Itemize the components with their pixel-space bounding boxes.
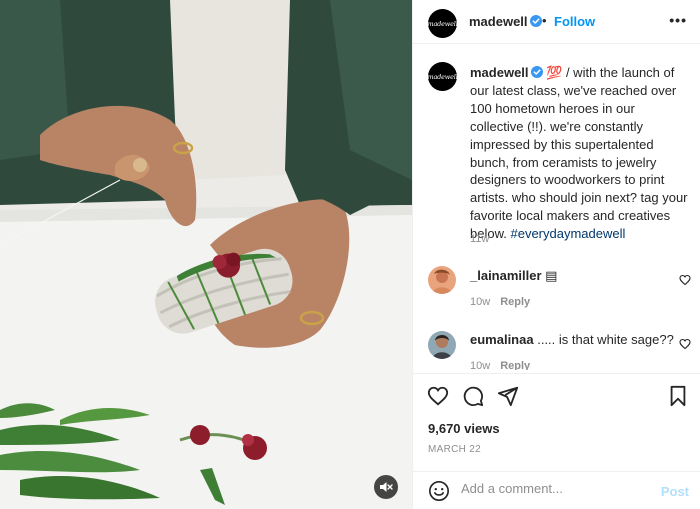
comment-line: _lainamiller ▤ bbox=[470, 268, 557, 284]
verified-badge-icon bbox=[530, 66, 543, 78]
commenter-avatar[interactable] bbox=[428, 331, 456, 359]
comment-time[interactable]: 10w bbox=[470, 360, 490, 370]
post-image bbox=[0, 0, 412, 509]
heart-icon[interactable] bbox=[427, 385, 449, 407]
caption-username[interactable]: madewell bbox=[470, 65, 529, 80]
comments-section[interactable]: madewell madewell 💯 / with the launch of… bbox=[413, 44, 700, 370]
hashtag-link[interactable]: #everydaymadewell bbox=[510, 226, 625, 241]
verified-badge-icon bbox=[529, 15, 542, 27]
caption-avatar[interactable]: madewell bbox=[427, 62, 458, 91]
heart-icon[interactable] bbox=[679, 338, 691, 350]
bookmark-icon[interactable] bbox=[668, 385, 688, 407]
comment-meta: 10w Reply bbox=[470, 296, 530, 308]
post-media[interactable] bbox=[0, 0, 412, 509]
view-count[interactable]: 9,670 views bbox=[428, 421, 500, 436]
action-bar: 9,670 views MARCH 22 bbox=[413, 373, 700, 463]
header-username[interactable]: madewell bbox=[469, 14, 542, 29]
comment-time[interactable]: 10w bbox=[470, 296, 490, 308]
mute-button[interactable] bbox=[374, 475, 398, 499]
reply-button[interactable]: Reply bbox=[500, 296, 530, 308]
comment-icon[interactable] bbox=[462, 385, 484, 407]
comment-meta: 10w Reply bbox=[470, 360, 530, 370]
comment-line: eumalinaa ..... is that white sage?? bbox=[470, 332, 674, 347]
avatar-logo-text: madewell bbox=[427, 72, 458, 81]
hundred-emoji: 💯 bbox=[546, 65, 563, 80]
post-panel: madewell madewell • Follow ••• madewell … bbox=[412, 0, 700, 509]
avatar-photo bbox=[428, 331, 456, 359]
caption-body: / with the launch of our latest class, w… bbox=[470, 65, 688, 242]
more-options-icon[interactable]: ••• bbox=[669, 12, 687, 28]
add-comment-input[interactable] bbox=[461, 481, 651, 496]
smiley-icon[interactable] bbox=[428, 480, 450, 502]
caption-text: madewell 💯 / with the launch of our late… bbox=[470, 64, 688, 243]
speaker-muted-icon bbox=[380, 482, 393, 492]
comment-text: ..... is that white sage?? bbox=[537, 332, 674, 347]
commenter-avatar[interactable] bbox=[428, 266, 456, 294]
comment-text: ▤ bbox=[545, 268, 558, 283]
header-username-text[interactable]: madewell bbox=[469, 14, 528, 29]
comment-username[interactable]: eumalinaa bbox=[470, 332, 534, 347]
reply-button[interactable]: Reply bbox=[500, 360, 530, 370]
follow-button[interactable]: Follow bbox=[554, 14, 595, 29]
avatar[interactable]: madewell bbox=[427, 9, 458, 38]
heart-icon[interactable] bbox=[679, 274, 691, 286]
paper-plane-icon[interactable] bbox=[497, 385, 519, 407]
avatar-photo bbox=[428, 266, 456, 294]
caption-timestamp[interactable]: 11w bbox=[470, 233, 489, 245]
avatar-logo-text: madewell bbox=[427, 19, 458, 28]
comment-username[interactable]: _lainamiller bbox=[470, 268, 542, 283]
separator-dot: • bbox=[542, 13, 547, 28]
post-date: MARCH 22 bbox=[428, 444, 481, 455]
post-header: madewell madewell • Follow ••• bbox=[413, 0, 700, 44]
post-button[interactable]: Post bbox=[661, 484, 689, 499]
add-comment-bar: Post bbox=[413, 471, 700, 509]
